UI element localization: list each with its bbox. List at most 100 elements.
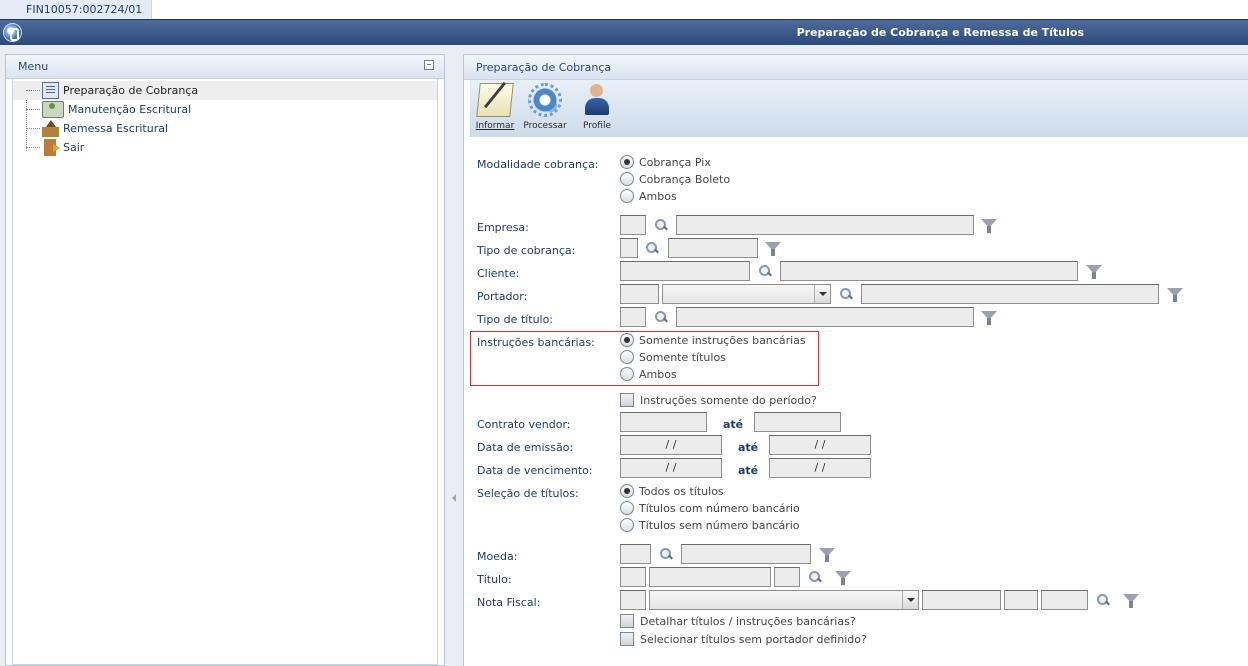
titulo-label: Título:: [477, 573, 512, 586]
radio-label: Ambos: [639, 367, 677, 381]
contrato-vendor-from-field[interactable]: [620, 412, 707, 432]
moeda-desc-field[interactable]: [681, 544, 811, 564]
menu-item-label: Sair: [63, 141, 85, 154]
menu-item-manutencao[interactable]: Manutenção Escritural: [13, 100, 191, 119]
tipo-cobranca-code-field[interactable]: [620, 238, 638, 258]
nota-fiscal-number-field[interactable]: [922, 590, 1001, 610]
exit-door-icon: [44, 139, 60, 156]
ate-label: até: [723, 418, 744, 431]
titulo-parcel-field[interactable]: [774, 567, 800, 587]
search-icon[interactable]: [1096, 593, 1110, 607]
panel-splitter[interactable]: [450, 54, 458, 666]
detalhar-checkbox-row[interactable]: Detalhar títulos / instruções bancárias?: [620, 613, 856, 629]
title-bar: Preparação de Cobrança e Remessa de Títu…: [0, 19, 1248, 45]
tipo-titulo-label: Tipo de título:: [477, 313, 554, 326]
menu-item-remessa[interactable]: Remessa Escritural: [13, 119, 168, 138]
radio-button[interactable]: [620, 155, 634, 169]
billing-prep-icon: [42, 82, 59, 99]
instrucoes-label: Instruções bancárias:: [477, 336, 595, 349]
empresa-code-field[interactable]: [620, 215, 646, 235]
nota-fiscal-series-field[interactable]: [1004, 590, 1038, 610]
radio-cobranca-pix[interactable]: Cobrança Pix: [620, 154, 711, 170]
minimize-icon[interactable]: [424, 60, 434, 70]
tipo-titulo-desc-field[interactable]: [676, 307, 974, 327]
empresa-name-field[interactable]: [676, 215, 974, 235]
portador-select[interactable]: [662, 284, 831, 304]
search-icon[interactable]: [654, 310, 668, 324]
filter-icon[interactable]: [981, 219, 997, 233]
chevron-down-icon[interactable]: [814, 285, 830, 303]
data-emissao-from-field[interactable]: / /: [620, 435, 722, 455]
menu-item-label: Remessa Escritural: [63, 122, 169, 135]
search-icon[interactable]: [654, 218, 668, 232]
filter-icon[interactable]: [981, 311, 997, 325]
tipo-cobranca-desc-field[interactable]: [668, 238, 758, 258]
search-icon[interactable]: [659, 547, 673, 561]
menu-item-label: Preparação de Cobrança: [63, 84, 199, 97]
cliente-name-field[interactable]: [780, 261, 1078, 281]
search-icon[interactable]: [839, 287, 853, 301]
radio-com-numero-bancario[interactable]: Títulos com número bancário: [620, 500, 800, 516]
chevron-down-icon[interactable]: [902, 591, 918, 609]
menu-item-sair[interactable]: Sair: [13, 138, 84, 157]
remittance-icon: [42, 120, 59, 137]
radio-button[interactable]: [620, 501, 634, 515]
nota-fiscal-select[interactable]: [649, 590, 919, 610]
nota-fiscal-code-field[interactable]: [620, 590, 646, 610]
radio-button[interactable]: [620, 518, 634, 532]
instrucoes-periodo-checkbox-row[interactable]: Instruções somente do período?: [620, 392, 817, 408]
search-icon[interactable]: [808, 570, 822, 584]
radio-button[interactable]: [620, 189, 634, 203]
titulo-number-field[interactable]: [649, 567, 771, 587]
radio-label: Cobrança Pix: [639, 155, 711, 169]
portador-code-field[interactable]: [620, 284, 659, 304]
menu-header-label: Menu: [18, 60, 49, 73]
data-vencimento-from-field[interactable]: / /: [620, 458, 722, 478]
search-icon[interactable]: [645, 241, 659, 255]
tab-strip: FIN10057:002724/01: [0, 0, 1248, 19]
contrato-vendor-to-field[interactable]: [754, 412, 841, 432]
filter-icon[interactable]: [765, 242, 781, 256]
checkbox[interactable]: [620, 614, 634, 628]
cliente-code-field[interactable]: [620, 261, 750, 281]
menu-item-preparacao[interactable]: Preparação de Cobrança: [13, 81, 437, 100]
radio-instrucoes-ambos[interactable]: Ambos: [620, 366, 677, 382]
nota-fiscal-extra-field[interactable]: [1041, 590, 1088, 610]
radio-button[interactable]: [620, 333, 634, 347]
filter-icon[interactable]: [835, 571, 851, 585]
search-icon[interactable]: [758, 264, 772, 278]
filter-icon[interactable]: [1123, 594, 1139, 608]
radio-button[interactable]: [620, 367, 634, 381]
data-emissao-label: Data de emissão:: [477, 441, 574, 454]
moeda-code-field[interactable]: [620, 544, 651, 564]
radio-button[interactable]: [620, 172, 634, 186]
radio-todos-titulos[interactable]: Todos os títulos: [620, 483, 724, 499]
radio-cobranca-boleto[interactable]: Cobrança Boleto: [620, 171, 730, 187]
tipo-cobranca-label: Tipo de cobrança:: [477, 244, 576, 257]
sem-portador-checkbox-row[interactable]: Selecionar títulos sem portador definido…: [620, 631, 867, 647]
data-emissao-to-field[interactable]: / /: [769, 435, 871, 455]
radio-label: Títulos sem número bancário: [639, 518, 800, 532]
titulo-prefix-field[interactable]: [620, 567, 646, 587]
radio-button[interactable]: [620, 350, 634, 364]
radio-somente-instrucoes[interactable]: Somente instruções bancárias: [620, 332, 806, 348]
ate-label: até: [738, 441, 759, 454]
radio-somente-titulos[interactable]: Somente títulos: [620, 349, 726, 365]
checkbox[interactable]: [620, 632, 634, 646]
tipo-titulo-code-field[interactable]: [620, 307, 646, 327]
filter-icon[interactable]: [819, 548, 835, 562]
app-logo-icon[interactable]: [3, 23, 22, 42]
main-panel: Preparação de Cobrança Informar Processa…: [463, 54, 1248, 666]
radio-sem-numero-bancario[interactable]: Títulos sem número bancário: [620, 517, 800, 533]
radio-label: Ambos: [639, 189, 677, 203]
filter-icon[interactable]: [1167, 288, 1183, 302]
radio-modalidade-ambos[interactable]: Ambos: [620, 188, 677, 204]
checkbox[interactable]: [620, 393, 634, 407]
portador-name-field[interactable]: [861, 284, 1159, 304]
data-vencimento-to-field[interactable]: / /: [769, 458, 871, 478]
moeda-label: Moeda:: [477, 550, 518, 563]
filter-icon[interactable]: [1086, 265, 1102, 279]
menu-tree: Preparação de Cobrança Manutenção Escrit…: [12, 79, 438, 665]
radio-button[interactable]: [620, 484, 634, 498]
tab-program[interactable]: FIN10057:002724/01: [0, 0, 152, 19]
